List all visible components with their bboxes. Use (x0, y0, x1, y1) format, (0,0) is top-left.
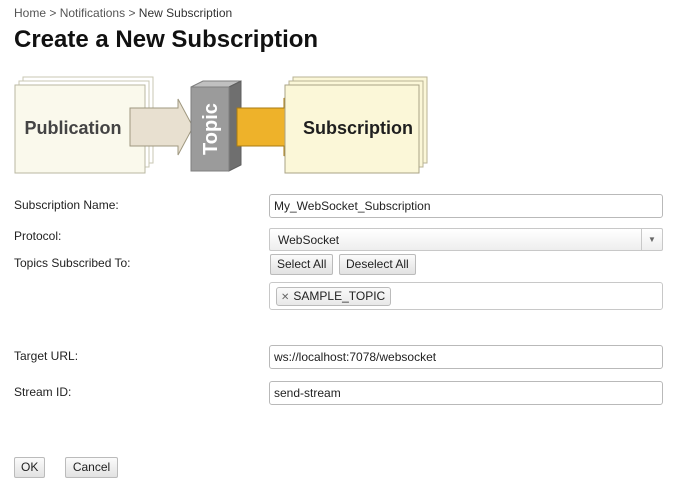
topic-tag: ✕ SAMPLE_TOPIC (276, 287, 392, 306)
select-all-button[interactable]: Select All (270, 254, 334, 275)
protocol-label: Protocol: (14, 229, 62, 243)
remove-tag-icon[interactable]: ✕ (281, 292, 289, 303)
cancel-button[interactable]: Cancel (65, 457, 118, 478)
publication-topic-subscription-diagram: Publication Topic Subscription (14, 76, 428, 174)
topic-label: Topic (200, 103, 222, 155)
page-title: Create a New Subscription (14, 26, 319, 53)
breadcrumb-separator: > (49, 6, 57, 20)
protocol-selected-value: WebSocket (278, 233, 340, 247)
topics-tag-input[interactable]: ✕ SAMPLE_TOPIC (269, 282, 663, 310)
breadcrumb: Home > Notifications > New Subscription (14, 6, 232, 20)
topic-tag-label: SAMPLE_TOPIC (293, 289, 386, 303)
ok-button[interactable]: OK (14, 457, 45, 478)
stream-id-input[interactable] (269, 381, 663, 405)
chevron-down-icon[interactable]: ▼ (641, 229, 662, 250)
target-url-label: Target URL: (14, 349, 79, 363)
subscription-label: Subscription (303, 118, 413, 138)
target-url-input[interactable] (269, 345, 663, 369)
subscription-name-input[interactable] (269, 194, 663, 218)
publication-label: Publication (24, 118, 121, 138)
protocol-select[interactable]: WebSocket ▼ (269, 228, 663, 251)
breadcrumb-notifications-link[interactable]: Notifications (60, 6, 125, 20)
subscription-name-label: Subscription Name: (14, 198, 119, 212)
topic-block: Topic (190, 80, 242, 172)
breadcrumb-current: New Subscription (138, 6, 233, 20)
breadcrumb-home-link[interactable]: Home (14, 6, 46, 20)
deselect-all-button[interactable]: Deselect All (339, 254, 416, 275)
subscription-card: Subscription (284, 76, 428, 174)
stream-id-label: Stream ID: (14, 385, 72, 399)
breadcrumb-separator: > (128, 6, 136, 20)
topics-label: Topics Subscribed To: (14, 256, 131, 270)
